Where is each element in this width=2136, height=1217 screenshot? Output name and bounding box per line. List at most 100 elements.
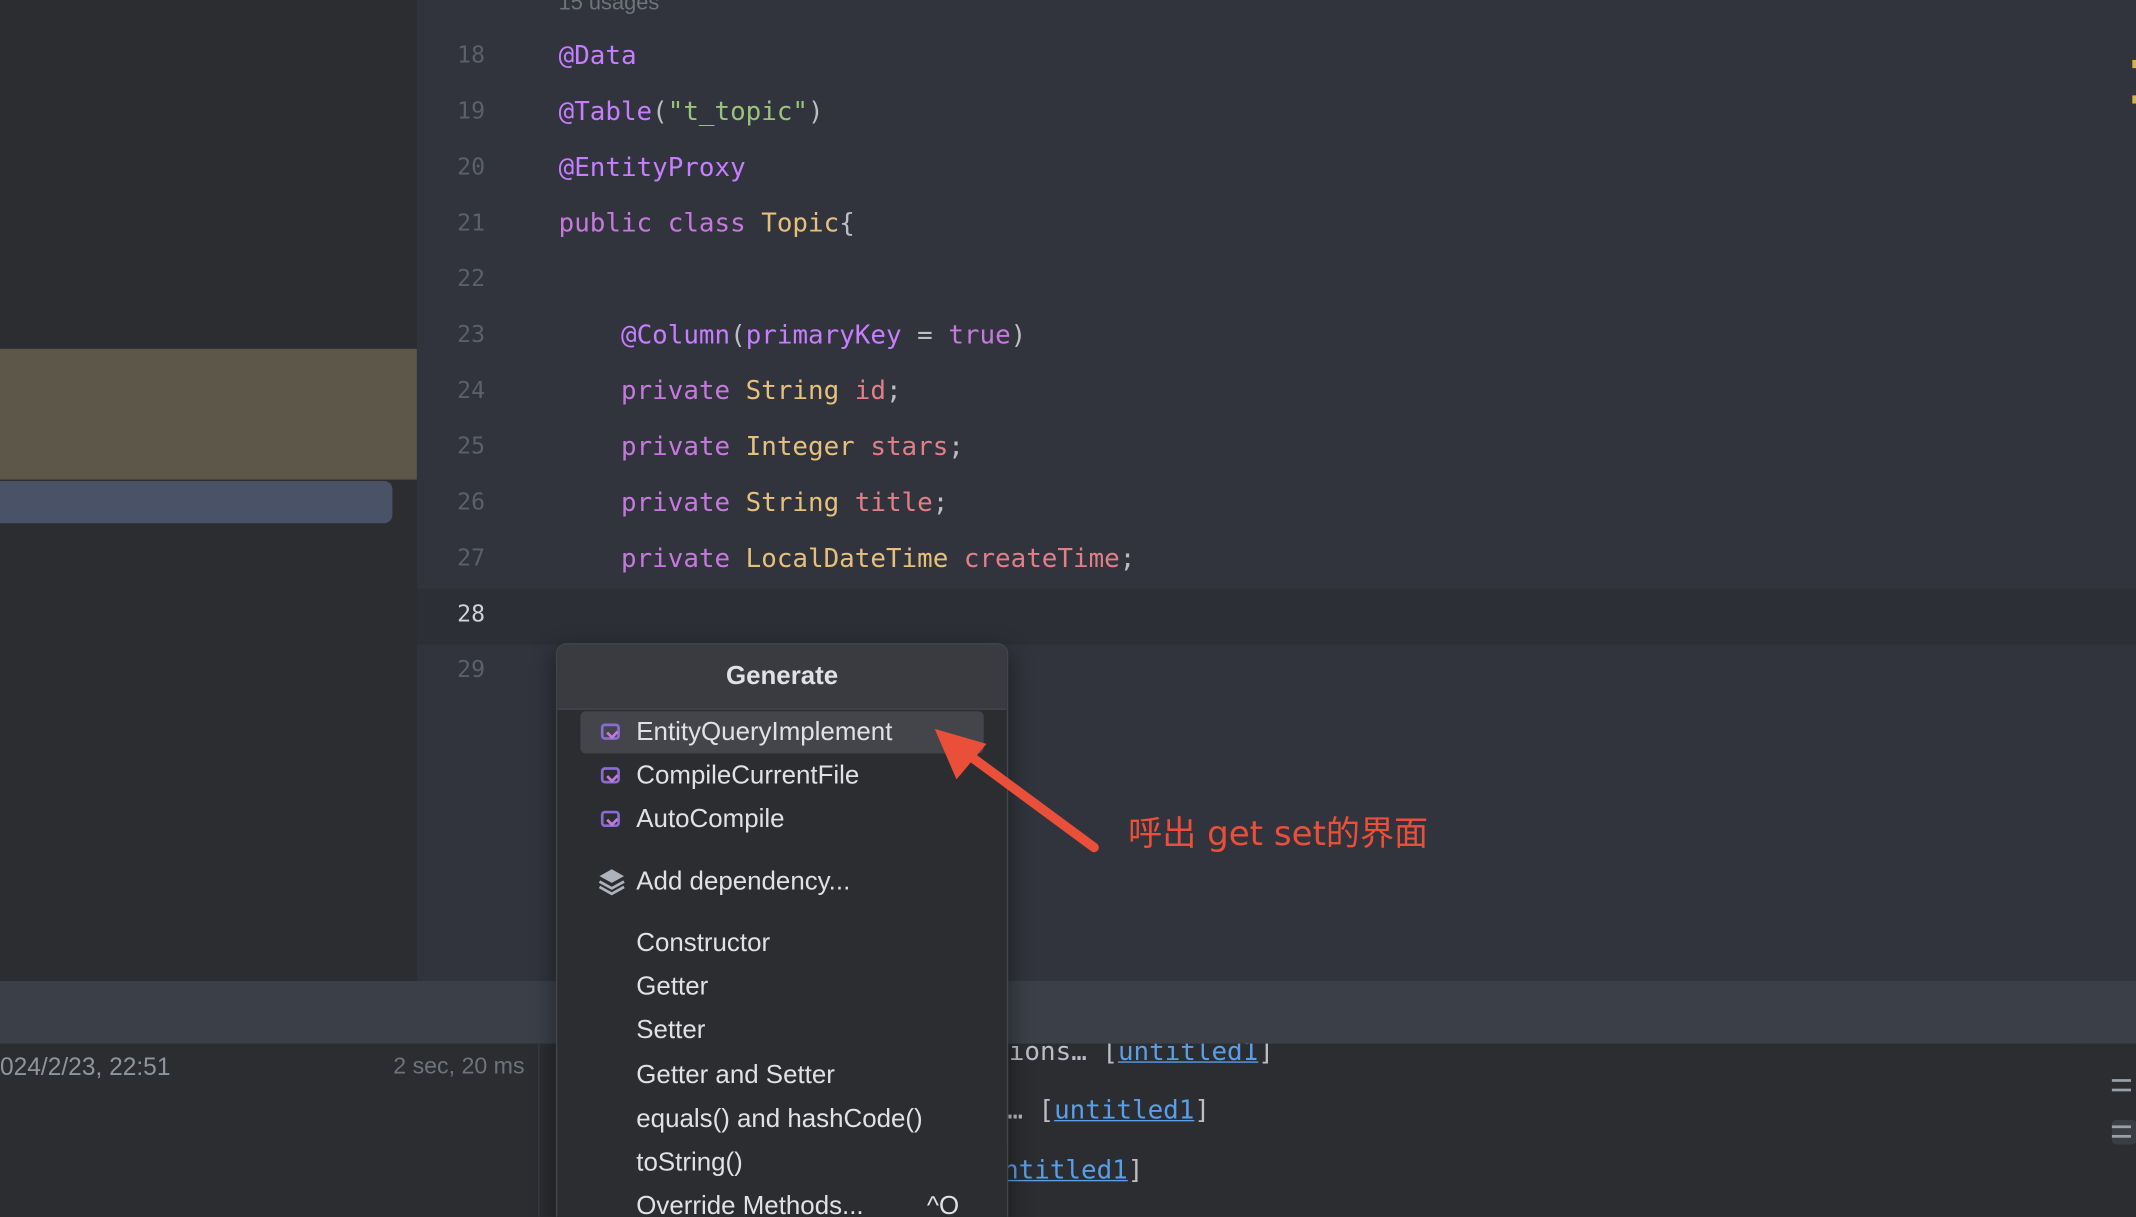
code-token: ; <box>948 431 964 462</box>
generate-popup-header: Generate <box>557 644 1007 710</box>
code-token: Topic <box>761 208 840 239</box>
generate-item-getter[interactable]: Getter <box>580 966 983 1008</box>
generate-item-tostring[interactable]: toString() <box>580 1142 983 1184</box>
line-number[interactable]: 23 <box>417 308 485 364</box>
console-text: ] <box>1258 1043 1274 1067</box>
code-token: Integer <box>745 431 871 462</box>
project-tree-highlight[interactable] <box>0 348 417 480</box>
line-number[interactable]: 20 <box>417 140 485 196</box>
layers-icon <box>597 867 627 897</box>
generate-item-label: EntityQueryImplement <box>636 718 893 747</box>
generate-item-equals-and-hashcode[interactable]: equals() and hashCode() <box>580 1098 983 1140</box>
code-line[interactable]: @Table("t_topic") <box>559 84 824 140</box>
line-number[interactable]: 28 <box>417 587 485 643</box>
code-token: LocalDateTime <box>745 543 964 574</box>
code-token: private <box>620 543 746 574</box>
generate-item-entityqueryimplement[interactable]: EntityQueryImplement <box>580 711 984 754</box>
generate-item-override-methods[interactable]: Override Methods... ^O <box>580 1185 983 1217</box>
annotation-arrow <box>934 728 1099 853</box>
console-text: ] <box>1127 1155 1144 1186</box>
usages-inlay-hint[interactable]: 15 usages <box>559 0 660 16</box>
line-number[interactable]: 26 <box>417 476 485 532</box>
code-token: private <box>620 431 746 462</box>
code-token: primaryKey <box>745 320 902 351</box>
generate-item-getter-and-setter[interactable]: Getter and Setter <box>580 1055 983 1097</box>
code-line[interactable]: public class Topic{ <box>559 196 855 252</box>
code-token: "t_topic" <box>667 96 809 127</box>
plugin-icon <box>600 723 620 740</box>
generate-item-constructor[interactable]: Constructor <box>580 922 983 964</box>
code-line[interactable]: private String title; <box>559 476 949 532</box>
generate-item-setter[interactable]: Setter <box>580 1010 983 1052</box>
console-toolbar <box>2071 1043 2136 1217</box>
shortcut-hint: ^O <box>926 1192 960 1217</box>
plugin-icon <box>600 767 620 784</box>
code-token: @Data <box>558 40 637 71</box>
console-output: tions… [untitled1]ons… [untitled1]s… [un… <box>991 1044 2071 1217</box>
generate-item-add-dependency[interactable]: Add dependency... <box>580 861 983 903</box>
console-line: tions… [untitled1] <box>993 1044 1274 1071</box>
code-token: title <box>854 487 933 518</box>
line-number[interactable]: 25 <box>417 420 485 476</box>
generate-item-autocompile[interactable]: AutoCompile <box>580 798 983 840</box>
generate-item-label: Getter and Setter <box>636 1061 835 1090</box>
scroll-to-end-icon[interactable] <box>2111 1119 2136 1145</box>
line-number[interactable]: 27 <box>417 531 485 587</box>
generate-item-label: Getter <box>636 972 709 1002</box>
console-text: ] <box>1194 1095 1210 1126</box>
code-line[interactable]: private String id; <box>559 364 902 420</box>
code-token: ( <box>730 320 746 351</box>
code-line[interactable]: @EntityProxy <box>559 140 746 196</box>
code-token: @Table <box>558 96 653 127</box>
code-token: ( <box>652 96 668 127</box>
line-number[interactable]: 22 <box>417 252 485 308</box>
code-token: String <box>745 376 855 407</box>
annotation-arrow-shaft <box>948 739 1099 853</box>
code-token: = <box>901 320 949 351</box>
ide-window: 15 usages 18 19 20 21 22 23 24 25 26 27 28 29 @Data… <box>0 0 2136 1217</box>
code-token: @EntityProxy <box>558 152 746 183</box>
project-tree-selected-row[interactable] <box>0 480 393 524</box>
code-token: ) <box>808 96 824 127</box>
console-link[interactable]: untitled1 <box>991 1155 1128 1185</box>
code-token: private <box>620 376 746 407</box>
code-token: stars <box>870 431 949 462</box>
code-token: ; <box>932 487 949 518</box>
line-number[interactable]: 18 <box>417 29 485 85</box>
console-link[interactable]: untitled1 <box>1118 1044 1258 1067</box>
line-number[interactable]: 29 <box>417 643 485 699</box>
soft-wrap-icon[interactable] <box>2111 1074 2136 1099</box>
generate-item-label: equals() and hashCode() <box>636 1104 923 1134</box>
code-token: true <box>948 320 1011 351</box>
line-number[interactable]: 19 <box>417 84 485 140</box>
generate-item-compilecurrentfile[interactable]: CompileCurrentFile <box>580 755 983 797</box>
code-token: { <box>839 208 855 239</box>
run-history-panel: 024/2/23, 22:51 2 sec, 20 ms <box>0 1043 540 1217</box>
code-token: ; <box>1119 543 1136 574</box>
generate-item-label: Add dependency... <box>636 867 851 897</box>
code-line[interactable]: @Data <box>559 29 637 85</box>
code-line[interactable]: private Integer stars; <box>559 420 964 476</box>
run-duration: 2 sec, 20 ms <box>393 1053 525 1080</box>
line-number[interactable]: 24 <box>417 364 485 420</box>
code-token: private <box>620 487 746 518</box>
code-line[interactable]: @Column(primaryKey = true) <box>559 308 1026 364</box>
generate-item-label: AutoCompile <box>636 805 785 834</box>
code-token: class <box>667 208 762 239</box>
console-line: s… [untitled1] <box>991 1151 1144 1189</box>
tool-window-header <box>0 980 2136 1044</box>
line-number[interactable]: 21 <box>417 196 485 252</box>
run-timestamp[interactable]: 024/2/23, 22:51 <box>0 1052 170 1082</box>
code-line[interactable]: private LocalDateTime createTime; <box>559 531 1136 587</box>
annotation-arrow-head <box>934 728 987 780</box>
generate-item-label: Override Methods... <box>636 1192 864 1217</box>
console-link[interactable]: untitled1 <box>1054 1095 1194 1125</box>
current-line-highlight <box>416 588 2136 645</box>
generate-item-label: Constructor <box>636 929 771 958</box>
project-tool-window <box>0 0 417 981</box>
code-token: public <box>558 208 668 239</box>
error-stripe-marks[interactable] <box>2131 59 2136 106</box>
